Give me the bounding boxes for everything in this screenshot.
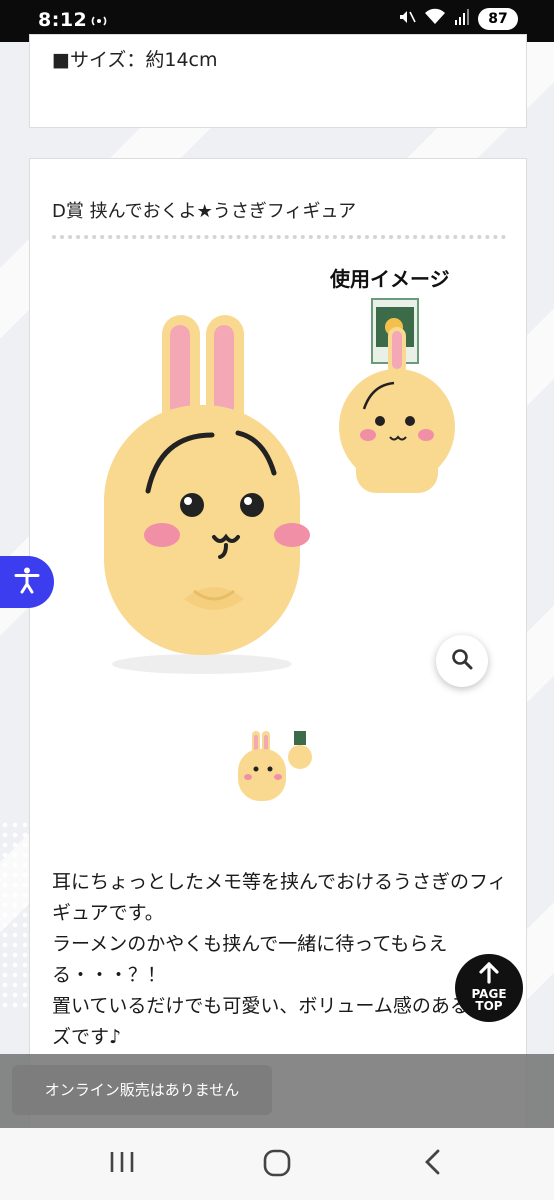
- search-icon: [451, 648, 473, 674]
- back-icon[interactable]: [420, 1148, 448, 1180]
- description-line-1: 耳にちょっとしたメモ等を挟んでおけるうさぎのフィギュアです。: [52, 871, 507, 924]
- accessibility-button[interactable]: [0, 556, 54, 608]
- wifi-icon: [424, 8, 446, 30]
- status-time: 8:12: [38, 9, 88, 31]
- page-top-button[interactable]: PAGE TOP: [455, 954, 523, 1022]
- description-line-3: 置いているだけでも可愛い、ボリューム感のあるサイズです♪: [52, 995, 507, 1048]
- product-card: D賞 挟んでおくよ★うさぎフィギュア 使用イメージ 耳にちょっとしたメモ等を挟ん…: [29, 158, 527, 1160]
- home-icon[interactable]: [262, 1148, 292, 1182]
- signal-icon: [454, 8, 470, 30]
- description-line-2: ラーメンのかやくも挟んで一緒に待ってもらえる・・・？！: [52, 933, 448, 986]
- zoom-button[interactable]: [436, 635, 488, 687]
- usage-image[interactable]: [334, 297, 460, 497]
- recent-apps-icon[interactable]: [108, 1148, 136, 1180]
- toast-message: オンライン販売はありません: [12, 1065, 272, 1115]
- arrow-up-icon: [479, 961, 499, 988]
- divider: [52, 235, 506, 239]
- battery-icon: 87: [478, 8, 518, 30]
- battery-level: 87: [488, 11, 508, 27]
- navigation-bar: [0, 1128, 554, 1200]
- product-title: D賞 挟んでおくよ★うさぎフィギュア: [52, 201, 357, 222]
- mute-icon: [398, 8, 416, 30]
- accessibility-icon: [13, 566, 41, 598]
- hotspot-icon: [90, 12, 108, 34]
- page-top-label: PAGE TOP: [455, 988, 523, 1012]
- dot-pattern: [0, 820, 30, 1010]
- product-size-card: ■サイズ：約14cm: [29, 34, 527, 128]
- usage-image-label: 使用イメージ: [330, 267, 450, 291]
- product-description: 耳にちょっとしたメモ等を挟んでおけるうさぎのフィギュアです。 ラーメンのかやくも…: [52, 867, 522, 1053]
- product-thumbnail[interactable]: [232, 717, 322, 807]
- size-text: ■サイズ：約14cm: [52, 49, 218, 71]
- rabbit-figure-image[interactable]: [74, 309, 330, 679]
- page-top-line2: TOP: [475, 999, 503, 1013]
